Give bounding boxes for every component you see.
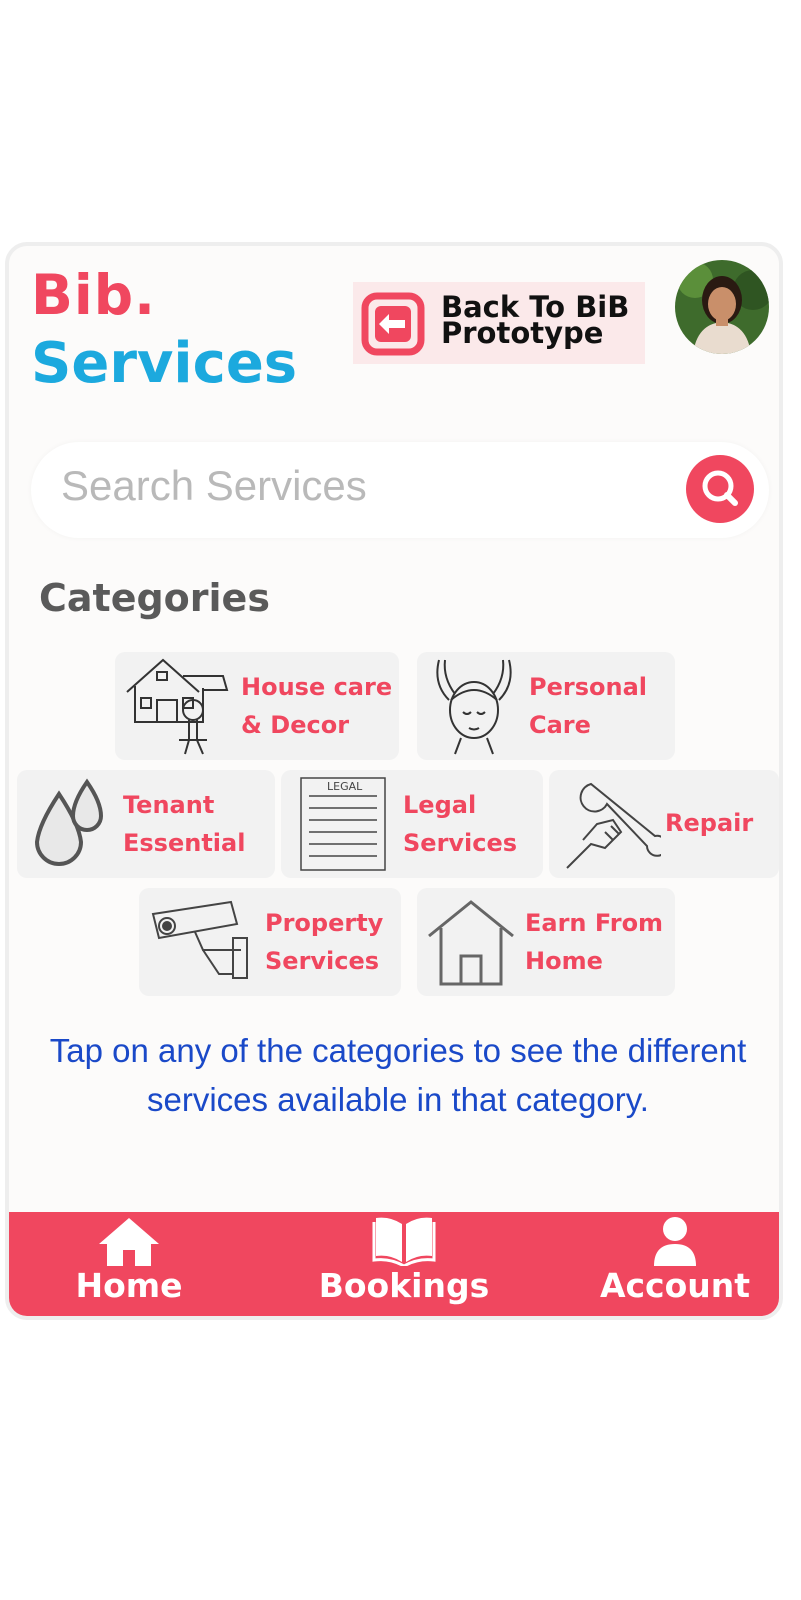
bottom-nav: Home Bookings Account [9,1212,779,1316]
arrow-left-icon [361,292,425,356]
brand-line-2: Services [31,331,298,396]
category-tenant-essential[interactable]: Tenant Essential [17,770,275,878]
cctv-camera-icon [151,900,248,979]
category-label-line-2: Home [525,947,603,975]
nav-account[interactable]: Account [585,1216,765,1305]
category-house-care[interactable]: House care & Decor [115,652,399,760]
category-label-line-1: Tenant [123,791,215,819]
facial-massage-icon [436,659,512,755]
wrench-hand-icon [566,782,661,869]
home-icon [99,1218,159,1266]
category-label-line-2: Care [529,711,591,739]
search-bar[interactable]: Search Services [31,442,769,538]
category-earn-from-home[interactable]: Earn From Home [417,888,675,996]
search-input[interactable]: Search Services [61,462,367,510]
back-to-prototype-button[interactable]: Back To BiB Prototype [353,282,645,364]
categories-heading: Categories [39,576,270,620]
water-drops-icon [34,778,104,866]
category-repair[interactable]: Repair [549,770,779,878]
nav-bookings-label: Bookings [318,1266,490,1305]
category-label-line-2: Services [265,947,380,975]
category-personal-care[interactable]: Personal Care [417,652,675,760]
back-button-line-2: Prototype [441,316,604,350]
category-label-line-1: Personal [529,673,647,701]
person-icon [654,1217,696,1266]
nav-home-label: Home [75,1266,183,1305]
category-label-line-2: Services [403,829,518,857]
house-wrench-icon [126,658,229,755]
category-label-line-1: House care [241,673,393,701]
search-button[interactable] [686,455,754,523]
category-label-line-2: & Decor [241,711,350,739]
category-label-line-1: Repair [665,809,754,837]
legal-icon-text: LEGAL [327,780,363,793]
category-label-line-1: Earn From [525,909,664,937]
category-property-services[interactable]: Property Services [139,888,401,996]
category-label-line-1: Legal [403,791,477,819]
avatar[interactable] [675,260,769,354]
house-outline-icon [428,900,514,986]
nav-bookings[interactable]: Bookings [309,1214,499,1305]
app-frame: Bib. Services Back To BiB Prototype Sear… [5,242,783,1320]
search-icon [702,470,738,506]
category-label-line-2: Essential [123,829,246,857]
brand-line-1: Bib. [31,263,157,327]
help-text: Tap on any of the categories to see the … [49,1032,747,1118]
book-icon [372,1217,436,1266]
category-label-line-1: Property [265,909,384,937]
nav-home[interactable]: Home [39,1216,219,1305]
category-legal-services[interactable]: LEGAL Legal Services [281,770,543,878]
nav-account-label: Account [599,1266,751,1305]
legal-document-icon: LEGAL [300,777,386,871]
